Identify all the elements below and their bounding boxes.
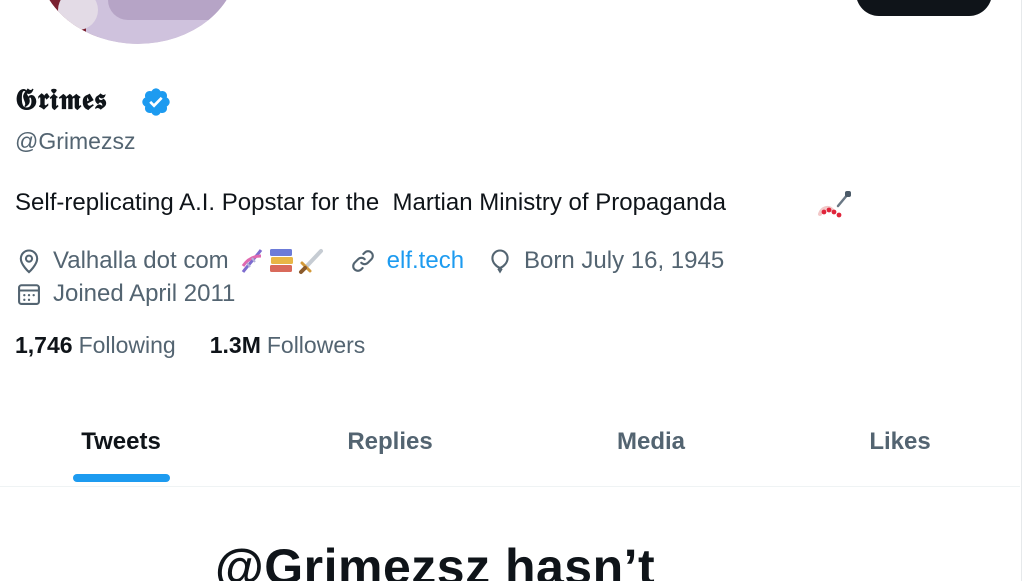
books-icon xyxy=(269,249,293,272)
tab-likes[interactable]: Likes xyxy=(790,398,1010,486)
joined-item: Joined April 2011 xyxy=(15,280,235,308)
profile-page: 𝕲𝖗𝖎𝖒𝖊𝖘 @Grimezsz Self-replicating A.I. P… xyxy=(0,0,1024,581)
balloon-icon xyxy=(491,249,509,274)
nail-polish-icon xyxy=(818,191,851,218)
column-border xyxy=(1021,0,1022,581)
joined-text: Joined April 2011 xyxy=(53,280,236,307)
display-name: 𝕲𝖗𝖎𝖒𝖊𝖘 xyxy=(15,82,108,116)
profile-meta-row-2: Joined April 2011 xyxy=(15,278,257,310)
birthday-item: Born July 16, 1945 xyxy=(486,247,724,275)
website-item[interactable]: elf.tech xyxy=(349,247,464,275)
profile-handle: @Grimezsz xyxy=(15,128,136,154)
link-icon xyxy=(351,250,374,272)
following-stat[interactable]: 1,746 Following xyxy=(15,332,176,359)
verified-badge-icon xyxy=(142,88,170,116)
empty-state-heading: @Grimezsz hasn’t xyxy=(215,539,656,581)
following-label: Following xyxy=(78,332,176,358)
tab-media[interactable]: Media xyxy=(530,398,772,486)
following-count: 1,746 xyxy=(15,332,73,358)
followers-count: 1.3M xyxy=(209,332,261,358)
tab-replies[interactable]: Replies xyxy=(265,398,515,486)
followers-label: Followers xyxy=(266,332,366,358)
active-tab-indicator xyxy=(73,474,170,482)
follow-stats: 1,746 Following 1.3M Followers xyxy=(15,332,399,359)
profile-bio: Self-replicating A.I. Popstar for the Ma… xyxy=(15,189,727,216)
dagger-icon xyxy=(298,249,323,274)
birthday-text: Born July 16, 1945 xyxy=(524,247,725,274)
location-text: Valhalla dot com xyxy=(53,247,229,274)
dna-icon xyxy=(241,249,262,273)
follow-button[interactable] xyxy=(856,0,992,16)
tab-tweets[interactable]: Tweets xyxy=(0,398,242,486)
location-pin-icon xyxy=(19,249,39,274)
calendar-icon xyxy=(18,284,40,305)
location-item: Valhalla dot com xyxy=(15,246,327,276)
profile-meta-row: Valhalla dot com elf.tech Born July 16, … xyxy=(15,245,746,277)
location-emojis xyxy=(237,246,327,276)
followers-stat[interactable]: 1.3M Followers xyxy=(210,332,366,359)
website-link[interactable]: elf.tech xyxy=(387,247,464,275)
